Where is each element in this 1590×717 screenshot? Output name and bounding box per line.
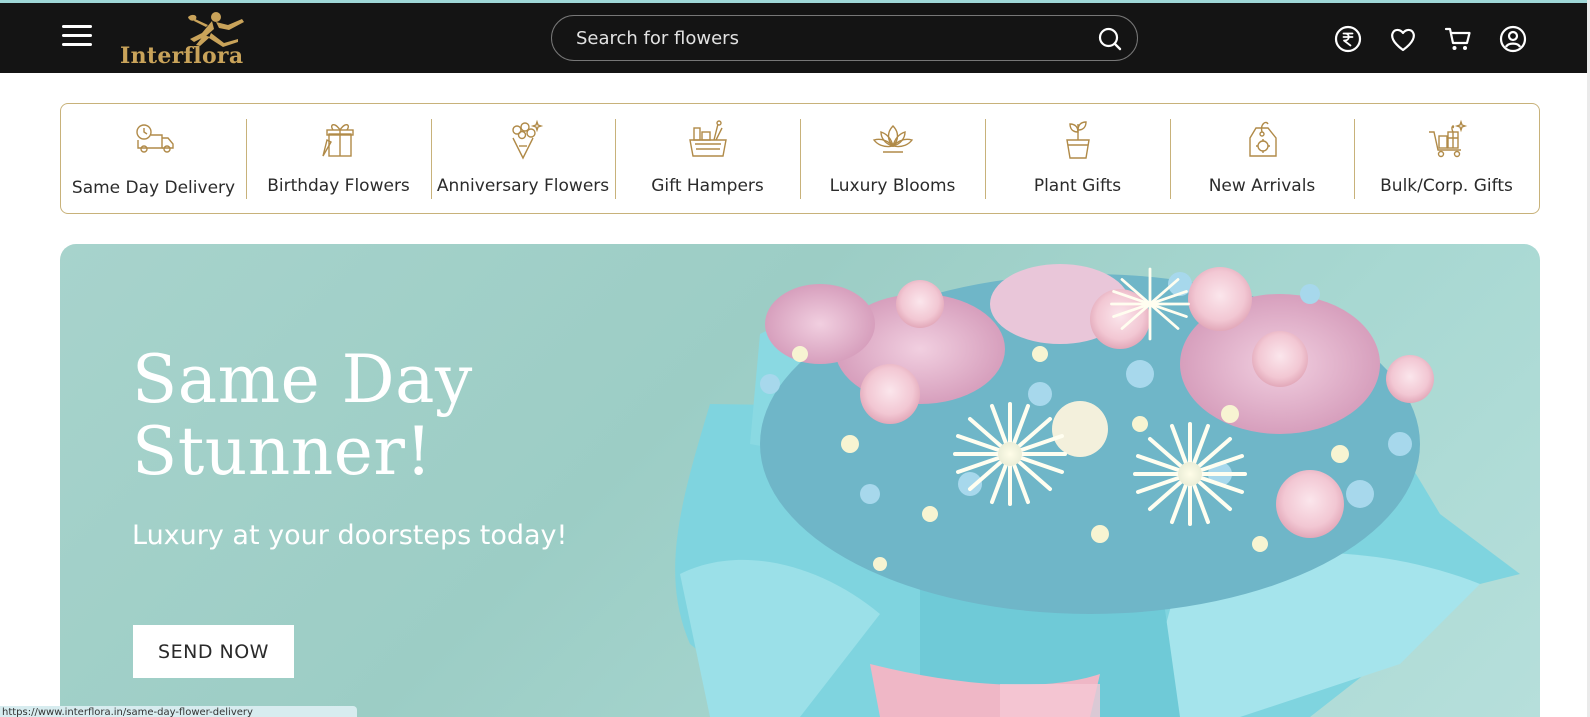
search-input[interactable] xyxy=(574,24,1084,52)
status-url-bar: https://www.interflora.in/same-day-flowe… xyxy=(0,706,357,717)
user-account-icon[interactable] xyxy=(1498,24,1528,54)
category-label: Anniversary Flowers xyxy=(436,176,610,196)
category-label: Plant Gifts xyxy=(1033,176,1122,196)
category-label: Same Day Delivery xyxy=(71,178,236,198)
flower-bouquet-image xyxy=(675,264,1520,717)
hero-title-line: Stunner! xyxy=(132,413,433,490)
category-nav: Same Day Delivery Birthday Flowers Anniv… xyxy=(60,103,1540,214)
hero-subtitle: Luxury at your doorsteps today! xyxy=(132,520,568,551)
category-label: Luxury Blooms xyxy=(829,176,956,196)
category-anniversary-flowers[interactable]: Anniversary Flowers xyxy=(431,104,615,213)
hamper-basket-icon xyxy=(688,120,727,157)
new-tag-icon xyxy=(1249,121,1277,157)
bouquet-icon xyxy=(512,119,544,160)
hero-banner[interactable]: Same Day Stunner! Luxury at your doorste… xyxy=(60,244,1540,717)
delivery-truck-icon xyxy=(135,124,174,153)
gift-box-icon xyxy=(321,124,354,157)
lotus-icon xyxy=(872,125,913,153)
category-label: Bulk/Corp. Gifts xyxy=(1380,176,1513,196)
category-bulk-corp-gifts[interactable]: Bulk/Corp. Gifts xyxy=(1354,104,1539,213)
category-new-arrivals[interactable]: New Arrivals xyxy=(1170,104,1354,213)
hero-title-line: Same Day xyxy=(132,341,473,418)
category-plant-gifts[interactable]: Plant Gifts xyxy=(985,104,1170,213)
search-bar xyxy=(551,15,1138,61)
category-luxury-blooms[interactable]: Luxury Blooms xyxy=(800,104,985,213)
potted-plant-icon xyxy=(1065,121,1090,159)
category-label: Birthday Flowers xyxy=(267,176,410,196)
send-now-button[interactable]: SEND NOW xyxy=(133,625,294,678)
category-label: New Arrivals xyxy=(1208,176,1316,196)
interflora-logo[interactable]: Interflora xyxy=(116,9,256,73)
search-icon[interactable] xyxy=(1097,26,1123,52)
category-label: Gift Hampers xyxy=(651,176,764,196)
site-header: Interflora xyxy=(0,3,1587,73)
category-same-day-delivery[interactable]: Same Day Delivery xyxy=(61,104,246,213)
menu-icon[interactable] xyxy=(62,25,92,53)
logo-text: Interflora xyxy=(120,43,244,69)
rupee-currency-icon[interactable] xyxy=(1333,24,1363,54)
cart-icon[interactable] xyxy=(1443,24,1473,54)
heart-icon[interactable] xyxy=(1388,24,1418,54)
gift-cart-icon xyxy=(1428,119,1467,158)
category-birthday-flowers[interactable]: Birthday Flowers xyxy=(246,104,431,213)
hero-title: Same Day Stunner! xyxy=(132,344,473,488)
category-gift-hampers[interactable]: Gift Hampers xyxy=(615,104,800,213)
